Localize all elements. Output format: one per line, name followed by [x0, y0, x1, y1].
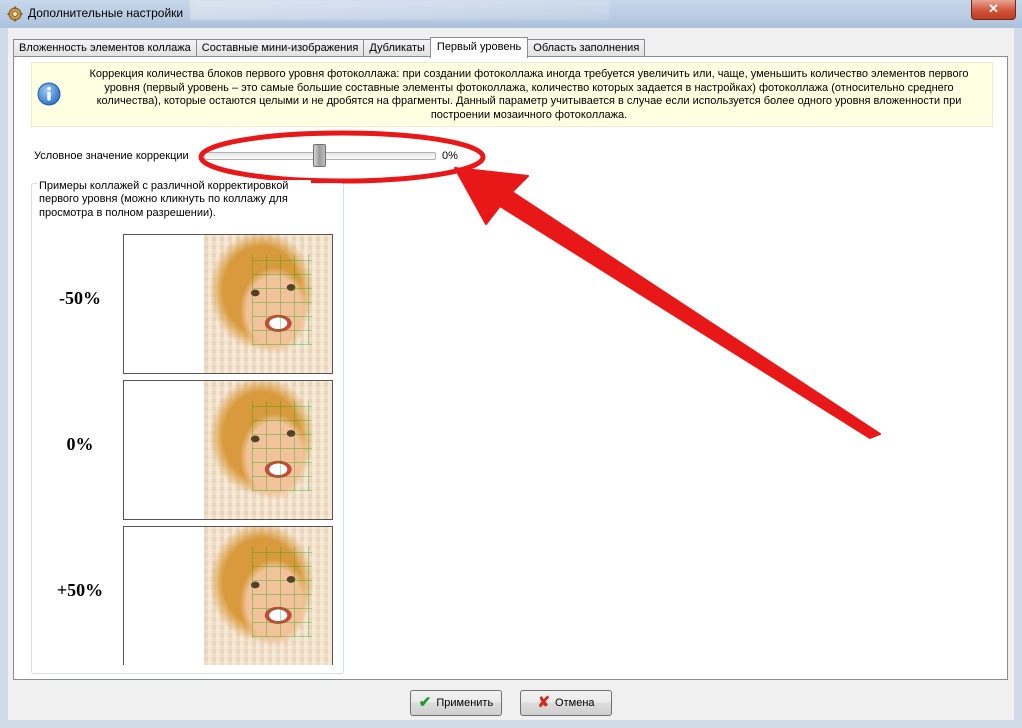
gear-icon: [7, 6, 23, 22]
tab-fill-area[interactable]: Область заполнения: [527, 39, 646, 57]
title-bar: Дополнительные настройки ✕: [0, 0, 1022, 28]
cross-icon: ✘: [537, 694, 551, 711]
example-label: 0%: [66, 434, 94, 454]
examples-groupbox: Примеры коллажей с различной корректиров…: [31, 180, 344, 674]
tab-composite-thumbnails[interactable]: Составные мини-изображения: [195, 39, 365, 57]
window-title: Дополнительные настройки: [28, 6, 184, 20]
apply-button[interactable]: ✔ Применить: [410, 690, 502, 716]
tab-first-level[interactable]: Первый уровень: [429, 37, 529, 58]
info-line: Коррекция количества блоков первого уров…: [89, 68, 969, 80]
correction-label: Условное значение коррекции: [34, 150, 189, 162]
cancel-button[interactable]: ✘ Отмена: [520, 690, 612, 716]
correction-slider-thumb[interactable]: [313, 144, 326, 167]
info-line: построении мозаичного фотоколлажа.: [430, 108, 628, 121]
example-label: +50%: [56, 580, 104, 600]
collage-thumbnail-plus50[interactable]: [123, 526, 333, 665]
background-taskbar-blur: [190, 0, 610, 20]
info-text: Коррекция количества блоков первого уров…: [70, 68, 988, 122]
tab-duplicates[interactable]: Дубликаты: [363, 39, 431, 57]
info-icon: [37, 82, 61, 106]
apply-button-label: Применить: [436, 697, 494, 709]
checkmark-icon: ✔: [418, 694, 432, 711]
collage-image: [204, 381, 332, 519]
tab-nesting[interactable]: Вложенность элементов коллажа: [13, 39, 197, 57]
collage-thumbnail-minus50[interactable]: [123, 234, 333, 374]
info-line: количества), которые остаются целыми и н…: [96, 95, 962, 108]
example-label: -50%: [59, 288, 101, 308]
close-button[interactable]: ✕: [971, 0, 1016, 20]
examples-caption: Примеры коллажей с различной корректиров…: [37, 180, 311, 221]
info-line: уровня (первый уровень – это самые больш…: [104, 81, 954, 94]
cancel-button-label: Отмена: [555, 697, 595, 709]
collage-image: [204, 235, 332, 373]
correction-value: 0%: [442, 150, 458, 162]
first-level-panel: Коррекция количества блоков первого уров…: [13, 56, 1008, 680]
tab-strip: Вложенность элементов коллажа Составные …: [13, 37, 646, 58]
collage-image: [204, 527, 332, 665]
dialog-client-area: Вложенность элементов коллажа Составные …: [8, 28, 1014, 720]
info-banner: Коррекция количества блоков первого уров…: [31, 62, 993, 127]
collage-thumbnail-zero[interactable]: [123, 380, 333, 520]
